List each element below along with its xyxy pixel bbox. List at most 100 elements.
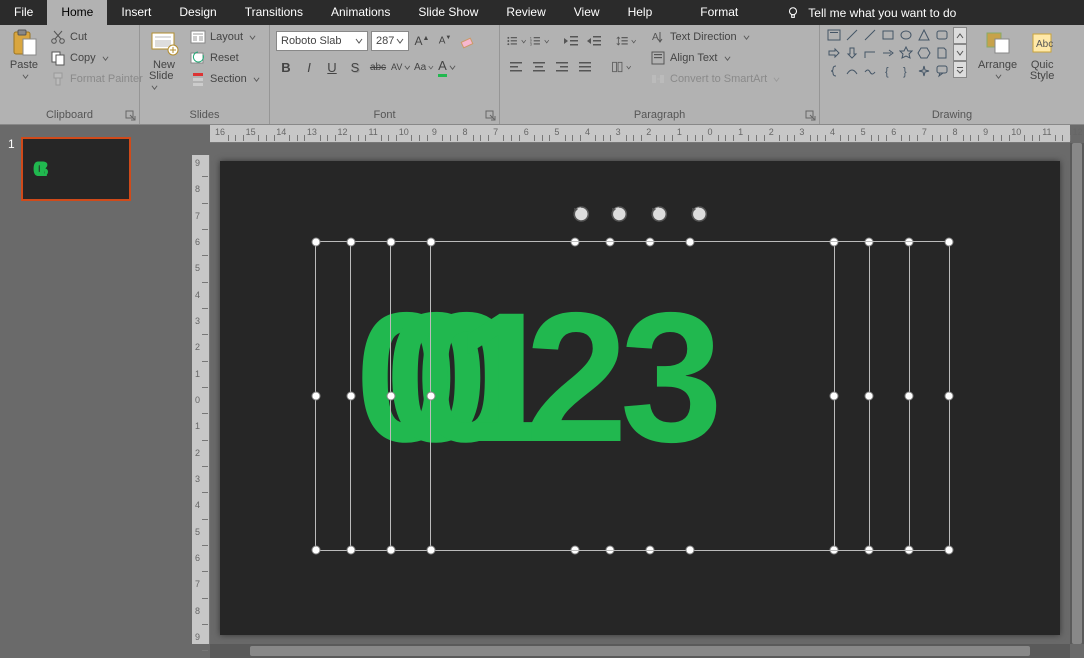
shape-arrow2-icon[interactable] <box>880 45 896 61</box>
shape-arrow-d-icon[interactable] <box>844 45 860 61</box>
tab-animations[interactable]: Animations <box>317 0 404 25</box>
font-color-button[interactable]: A <box>437 57 457 77</box>
shapes-up-icon[interactable] <box>953 27 967 44</box>
tab-design[interactable]: Design <box>165 0 230 25</box>
smartart-button[interactable]: Convert to SmartArt <box>646 69 784 89</box>
slide-thumbnail-1[interactable]: 000123 <box>21 137 131 201</box>
shape-star-icon[interactable] <box>898 45 914 61</box>
resize-handle[interactable] <box>312 546 321 555</box>
shape-triangle-icon[interactable] <box>916 27 932 43</box>
align-right-button[interactable] <box>552 57 572 77</box>
resize-handle[interactable] <box>387 238 396 247</box>
shapes-gallery[interactable]: { } <box>826 27 951 79</box>
shape-wave-icon[interactable] <box>862 63 878 79</box>
shape-line-icon[interactable] <box>844 27 860 43</box>
shapes-down-icon[interactable] <box>953 44 967 61</box>
align-center-button[interactable] <box>529 57 549 77</box>
tab-help[interactable]: Help <box>614 0 667 25</box>
tab-transitions[interactable]: Transitions <box>231 0 317 25</box>
increase-font-button[interactable]: A▲ <box>412 31 432 51</box>
italic-button[interactable]: I <box>299 57 319 77</box>
shadow-button[interactable]: S <box>345 57 365 77</box>
tab-insert[interactable]: Insert <box>107 0 165 25</box>
shape-rect-icon[interactable] <box>880 27 896 43</box>
shape-brace-l-icon[interactable] <box>826 63 842 79</box>
strike-button[interactable]: abc <box>368 57 388 77</box>
section-button[interactable]: Section <box>186 69 264 89</box>
shape-doc-icon[interactable] <box>934 45 950 61</box>
resize-handle[interactable] <box>427 238 436 247</box>
dialog-launcher-icon[interactable] <box>125 110 137 122</box>
copy-button[interactable]: Copy <box>46 48 147 68</box>
shapes-more-icon[interactable] <box>953 61 967 78</box>
shapes-gallery-scroll[interactable] <box>953 27 967 79</box>
arrange-button[interactable]: Arrange <box>975 27 1020 82</box>
shape-brace3-icon[interactable]: } <box>898 63 914 79</box>
shape-roundrect-icon[interactable] <box>934 27 950 43</box>
dialog-launcher-icon[interactable] <box>485 110 497 122</box>
layout-button[interactable]: Layout <box>186 27 264 47</box>
resize-handle[interactable] <box>387 546 396 555</box>
numbering-button[interactable]: 123 <box>529 31 549 51</box>
scroll-thumb[interactable] <box>250 646 1030 656</box>
decrease-font-button[interactable]: A▼ <box>435 31 455 51</box>
shape-elbow-icon[interactable] <box>862 45 878 61</box>
tab-view[interactable]: View <box>560 0 614 25</box>
resize-handle[interactable] <box>312 392 321 401</box>
increase-indent-button[interactable] <box>584 31 604 51</box>
resize-handle[interactable] <box>347 238 356 247</box>
cut-button[interactable]: Cut <box>46 27 147 47</box>
quick-styles-button[interactable]: Abc Quic Style <box>1024 27 1060 84</box>
decrease-indent-button[interactable] <box>561 31 581 51</box>
text-direction-button[interactable]: A Text Direction <box>646 27 784 47</box>
underline-button[interactable]: U <box>322 57 342 77</box>
shape-callout-icon[interactable] <box>934 63 950 79</box>
shape-line2-icon[interactable] <box>862 27 878 43</box>
tab-format[interactable]: Format <box>686 0 752 25</box>
shape-curve-icon[interactable] <box>844 63 860 79</box>
resize-handle[interactable] <box>945 392 954 401</box>
shape-arrow-r-icon[interactable] <box>826 45 842 61</box>
scroll-thumb[interactable] <box>1072 143 1082 644</box>
columns-button[interactable] <box>611 57 631 77</box>
clear-format-button[interactable] <box>458 31 478 51</box>
change-case-button[interactable]: Aa <box>414 57 434 77</box>
font-size-combo[interactable]: 287 <box>371 31 409 51</box>
slide-canvas[interactable]: 000123 <box>220 161 1060 635</box>
shape-star2-icon[interactable] <box>916 63 932 79</box>
resize-handle[interactable] <box>686 546 695 555</box>
tab-home[interactable]: Home <box>47 0 107 25</box>
bullets-button[interactable] <box>506 31 526 51</box>
resize-handle[interactable] <box>312 238 321 247</box>
reset-button[interactable]: Reset <box>186 48 264 68</box>
selection-box[interactable] <box>430 241 950 551</box>
resize-handle[interactable] <box>347 392 356 401</box>
rotate-handle-icon[interactable] <box>649 204 669 224</box>
tell-me-search[interactable]: Tell me what you want to do <box>772 0 970 25</box>
dialog-launcher-icon[interactable] <box>805 110 817 122</box>
shape-brace2-icon[interactable]: { <box>880 63 896 79</box>
shape-textbox-icon[interactable] <box>826 27 842 43</box>
resize-handle[interactable] <box>945 546 954 555</box>
rotate-handle-icon[interactable] <box>609 204 629 224</box>
resize-handle[interactable] <box>686 238 695 247</box>
justify-button[interactable] <box>575 57 595 77</box>
resize-handle[interactable] <box>427 392 436 401</box>
resize-handle[interactable] <box>427 546 436 555</box>
align-text-button[interactable]: Align Text <box>646 48 784 68</box>
bold-button[interactable]: B <box>276 57 296 77</box>
resize-handle[interactable] <box>347 546 356 555</box>
scrollbar-horizontal[interactable] <box>210 644 1070 658</box>
resize-handle[interactable] <box>945 238 954 247</box>
font-name-combo[interactable]: Roboto Slab <box>276 31 368 51</box>
new-slide-button[interactable]: New Slide <box>146 27 182 96</box>
tab-file[interactable]: File <box>0 0 47 25</box>
line-spacing-button[interactable] <box>616 31 636 51</box>
resize-handle[interactable] <box>387 392 396 401</box>
tab-review[interactable]: Review <box>492 0 559 25</box>
shape-oval-icon[interactable] <box>898 27 914 43</box>
scrollbar-vertical[interactable] <box>1070 143 1084 644</box>
rotate-handle-icon[interactable] <box>571 204 591 224</box>
shape-hex-icon[interactable] <box>916 45 932 61</box>
tab-slide-show[interactable]: Slide Show <box>404 0 492 25</box>
